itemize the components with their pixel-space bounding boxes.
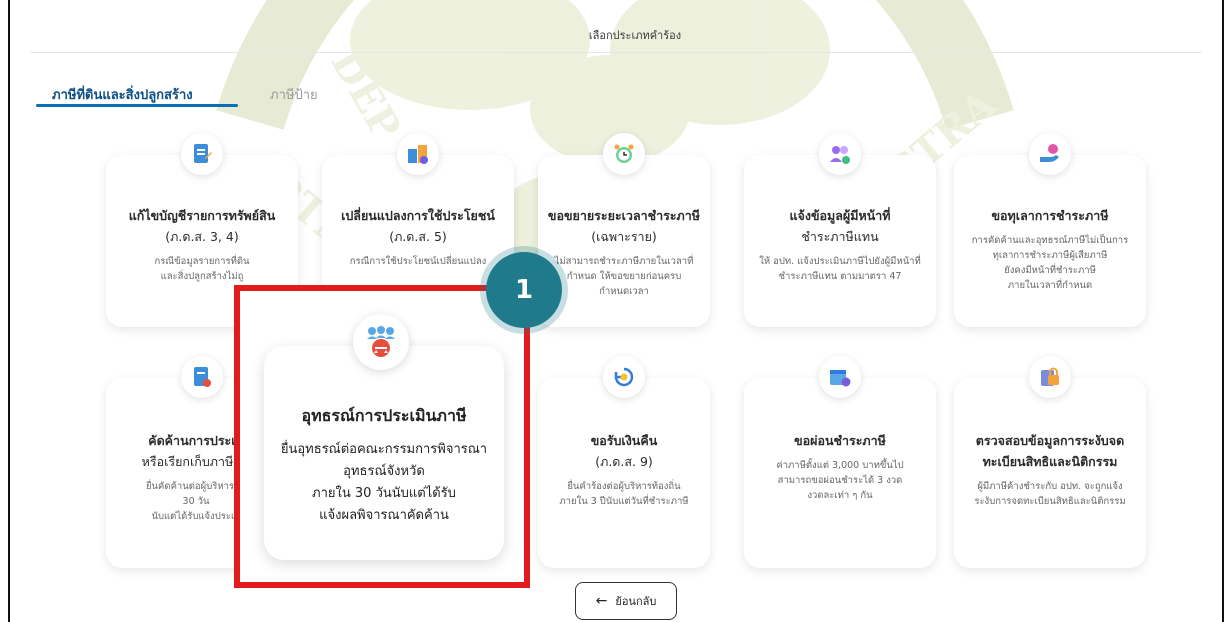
card-title: ขอทุเลาการชำระภาษี bbox=[991, 208, 1109, 223]
card-subtitle: ชำระภาษีแทน bbox=[801, 229, 879, 244]
card-description: ผู้มีภาษีค้างชำระกับ อปท. จะถูกแจ้ง ระงับ… bbox=[974, 481, 1126, 507]
card-request-refund[interactable]: ขอรับเงินคืน (ภ.ด.ส. 9) ยื่นคำร้องต่อผู้… bbox=[538, 378, 710, 568]
card-subtitle: (ภ.ด.ส. 5) bbox=[389, 229, 447, 244]
refund-icon bbox=[603, 356, 645, 398]
document-objection-icon bbox=[181, 356, 223, 398]
card-check-registration-suspension[interactable]: ตรวจสอบข้อมูลการระงับจด ทะเบียนสิทธิและน… bbox=[954, 378, 1146, 568]
card-description: ค่าภาษีตั้งแต่ 3,000 บาทขึ้นไป สามารถขอผ่… bbox=[776, 460, 904, 501]
card-extend-payment[interactable]: ขอขยายระยะเวลาชำระภาษี (เฉพาะราย) ไม่สาม… bbox=[538, 155, 710, 327]
tab-signboard-tax[interactable]: ภาษีป้าย bbox=[270, 84, 318, 105]
back-button-label: ย้อนกลับ bbox=[615, 595, 657, 608]
card-title: ตรวจสอบข้อมูลการระงับจด bbox=[975, 433, 1125, 448]
active-tab-indicator bbox=[36, 104, 238, 107]
card-title: ขอผ่อนชำระภาษี bbox=[794, 433, 886, 448]
hand-coin-icon bbox=[1029, 133, 1071, 175]
back-button[interactable]: ← ย้อนกลับ bbox=[575, 582, 677, 620]
header-divider bbox=[30, 52, 1202, 53]
card-title: ขอรับเงินคืน bbox=[590, 433, 658, 448]
card-description: กรณีข้อมูลรายการที่ดิน และสิ่งปลูกสร้างไม… bbox=[154, 256, 250, 282]
tab-land-building-tax[interactable]: ภาษีที่ดินและสิ่งปลูกสร้าง bbox=[52, 84, 193, 105]
card-subtitle: ทะเบียนสิทธิและนิติกรรม bbox=[982, 454, 1118, 469]
card-description: การคัดค้านและอุทธรณ์ภาษีไม่เป็นการ ทุเลาก… bbox=[971, 235, 1129, 291]
card-description: ให้ อปท. แจ้งประเมินภาษีไปยังผู้มีหน้าที… bbox=[759, 256, 921, 282]
card-defer-payment[interactable]: ขอทุเลาการชำระภาษี การคัดค้านและอุทธรณ์ภ… bbox=[954, 155, 1146, 327]
card-description: กรณีการใช้ประโยชน์เปลี่ยนแปลง bbox=[349, 256, 487, 267]
card-description: ไม่สามารถชำระภาษีภายในเวลาที่ กำหนด ให้ขอ… bbox=[554, 256, 694, 297]
document-edit-icon bbox=[181, 133, 223, 175]
card-title: แก้ไขบัญชีรายการทรัพย์สิน bbox=[128, 208, 276, 223]
card-installment-payment[interactable]: ขอผ่อนชำระภาษี ค่าภาษีตั้งแต่ 3,000 บาทข… bbox=[744, 378, 936, 568]
card-subtitle: (เฉพาะราย) bbox=[591, 229, 657, 244]
card-title: เปลี่ยนแปลงการใช้ประโยชน์ bbox=[341, 208, 495, 223]
step-number-badge: 1 bbox=[486, 252, 562, 328]
lock-document-icon bbox=[1029, 356, 1071, 398]
page-title: เลือกประเภทคำร้อง bbox=[588, 29, 682, 42]
building-change-icon bbox=[397, 133, 439, 175]
alarm-clock-icon bbox=[603, 133, 645, 175]
arrow-left-icon: ← bbox=[595, 593, 608, 609]
highlight-frame bbox=[234, 285, 530, 588]
card-subtitle: (ภ.ด.ส. 9) bbox=[595, 454, 653, 469]
card-title: ขอขยายระยะเวลาชำระภาษี bbox=[547, 208, 701, 223]
card-title: แจ้งข้อมูลผู้มีหน้าที่ bbox=[789, 208, 891, 223]
calendar-pay-icon bbox=[819, 356, 861, 398]
card-subtitle: (ภ.ด.ส. 3, 4) bbox=[165, 229, 239, 244]
card-report-taxpayer[interactable]: แจ้งข้อมูลผู้มีหน้าที่ ชำระภาษีแทน ให้ อ… bbox=[744, 155, 936, 327]
people-icon bbox=[819, 133, 861, 175]
card-description: ยื่นคำร้องต่อผู้บริหารท้องถิ่น ภายใน 3 ปี… bbox=[559, 481, 689, 507]
